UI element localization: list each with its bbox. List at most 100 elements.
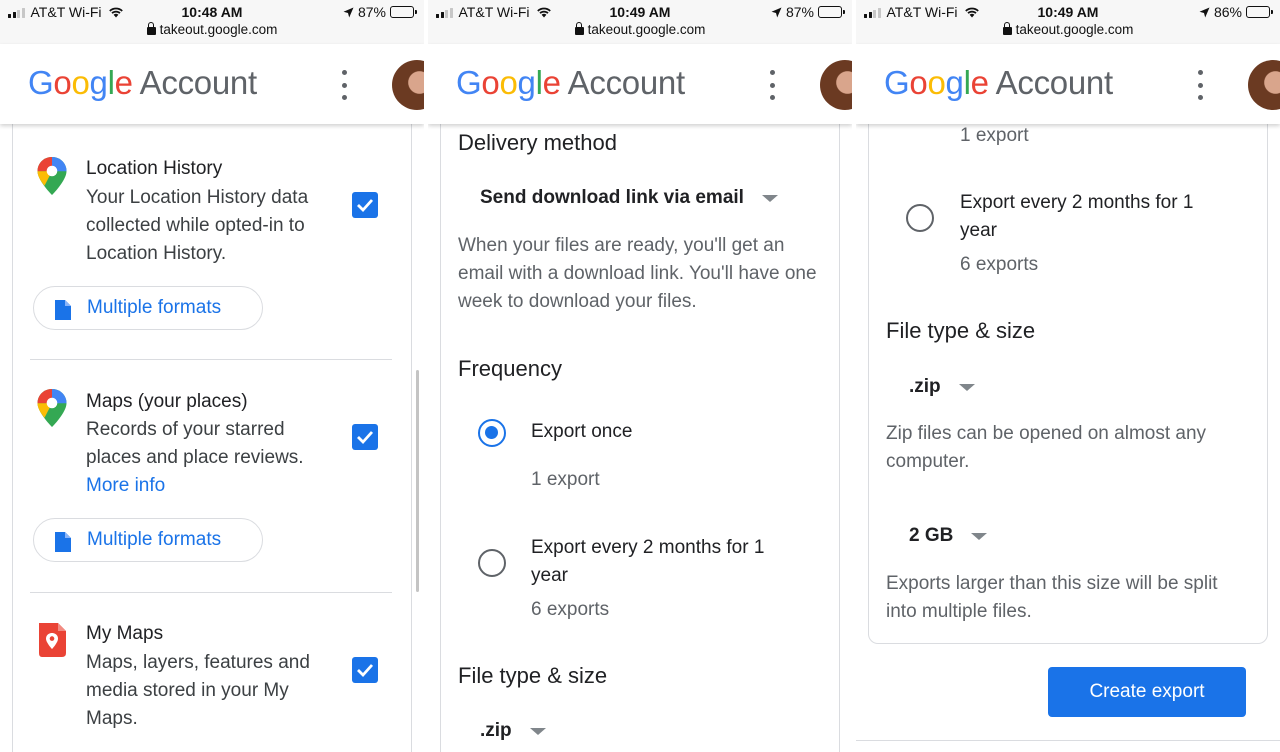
product-description: Your Location History data collected whi… — [86, 187, 309, 264]
dropdown-value: 2 GB — [909, 525, 954, 546]
include-checkbox[interactable] — [352, 657, 378, 683]
product-description: Records of your starred places and place… — [86, 416, 334, 500]
dropdown-value: .zip — [909, 376, 941, 397]
logo-letter: l — [107, 64, 115, 101]
delivery-method-dropdown[interactable]: Send download link via email — [480, 187, 778, 209]
export-once-radio[interactable] — [478, 419, 506, 447]
url-text: takeout.google.com — [159, 22, 278, 37]
logo-letter: o — [927, 64, 946, 101]
url-bar[interactable]: takeout.google.com — [0, 22, 424, 37]
lock-icon — [146, 22, 156, 35]
file-type-dropdown[interactable]: .zip — [480, 720, 546, 742]
logo-letter: o — [909, 64, 928, 101]
logo-letter: o — [71, 64, 90, 101]
location-arrow-icon — [1199, 7, 1210, 17]
option-sublabel: 6 exports — [960, 254, 1039, 275]
more-vert-icon[interactable] — [766, 70, 778, 100]
more-vert-icon[interactable] — [1194, 70, 1206, 100]
create-export-button[interactable]: Create export — [1048, 667, 1246, 717]
logo-letter: g — [945, 64, 964, 101]
lock-icon — [1002, 22, 1012, 35]
check-icon — [357, 664, 374, 678]
file-type-dropdown[interactable]: .zip — [909, 376, 975, 398]
export-recurring-radio[interactable] — [906, 204, 934, 232]
file-size-dropdown[interactable]: 2 GB — [909, 525, 988, 547]
battery-percent: 87% — [357, 4, 386, 20]
dropdown-value: .zip — [480, 720, 512, 741]
logo-letter: l — [963, 64, 971, 101]
logo-letter: e — [114, 64, 133, 101]
format-button-label: Multiple formats — [87, 529, 222, 550]
more-info-link[interactable]: More info — [86, 475, 165, 496]
logo-letter: G — [28, 64, 54, 101]
option-label[interactable]: Export once — [531, 418, 632, 446]
lock-icon — [574, 22, 584, 35]
description-text: Records of your starred places and place… — [86, 419, 304, 468]
divider — [30, 592, 392, 593]
status-right: 86% — [1199, 4, 1273, 20]
google-maps-pin-icon — [37, 389, 67, 427]
status-right: 87% — [771, 4, 845, 20]
logo-letter: o — [499, 64, 518, 101]
logo-letter: e — [970, 64, 989, 101]
logo-letter: o — [53, 64, 72, 101]
status-right: 87% — [343, 4, 417, 20]
location-arrow-icon — [343, 7, 354, 17]
dropdown-arrow-icon — [761, 194, 778, 202]
dropdown-arrow-icon — [529, 727, 546, 735]
file-type-help-text: Zip files can be opened on almost any co… — [886, 423, 1207, 472]
document-icon — [55, 300, 71, 320]
my-maps-icon — [39, 623, 66, 657]
battery-icon — [390, 6, 417, 18]
google-account-logo[interactable]: Google Account — [28, 64, 257, 102]
export-recurring-radio[interactable] — [478, 549, 506, 577]
option-label[interactable]: Export every 2 months for 1 year — [960, 189, 1230, 245]
option-label[interactable]: Export every 2 months for 1 year — [531, 534, 801, 590]
option-sublabel: 1 export — [960, 125, 1029, 146]
include-checkbox[interactable] — [352, 192, 378, 218]
screenshot-panel-2: AT&T Wi-Fi 10:49 AM 87% takeout.google.c… — [428, 0, 852, 752]
url-bar[interactable]: takeout.google.com — [428, 22, 852, 37]
google-maps-pin-icon — [37, 157, 67, 195]
logo-letter: e — [542, 64, 561, 101]
battery-percent: 87% — [785, 4, 814, 20]
document-icon — [55, 532, 71, 552]
status-bar: AT&T Wi-Fi 10:48 AM 87% takeout.google.c… — [0, 0, 424, 44]
google-account-logo[interactable]: Google Account — [456, 64, 685, 102]
format-button-label: Multiple formats — [87, 297, 222, 318]
divider — [30, 359, 392, 360]
url-bar[interactable]: takeout.google.com — [856, 22, 1280, 37]
logo-letter: o — [481, 64, 500, 101]
more-vert-icon[interactable] — [338, 70, 350, 100]
url-text: takeout.google.com — [1015, 22, 1134, 37]
logo-letter: G — [456, 64, 482, 101]
battery-icon — [1246, 6, 1273, 18]
screenshot-panel-1: AT&T Wi-Fi 10:48 AM 87% takeout.google.c… — [0, 0, 424, 752]
option-sublabel: 1 export — [531, 469, 600, 490]
file-type-heading: File type & size — [458, 663, 608, 688]
include-checkbox[interactable] — [352, 424, 378, 450]
check-icon — [357, 431, 374, 445]
check-icon — [357, 199, 374, 213]
scrollbar[interactable] — [416, 370, 419, 592]
product-description: Maps, layers, features and media stored … — [86, 652, 310, 729]
dropdown-arrow-icon — [958, 383, 975, 391]
status-bar: AT&T Wi-Fi 10:49 AM 87% takeout.google.c… — [428, 0, 852, 44]
multiple-formats-button[interactable]: Multiple formats — [33, 518, 263, 562]
product-title: Maps (your places) — [86, 391, 248, 412]
google-account-header: Google Account — [0, 44, 424, 124]
multiple-formats-button[interactable]: Multiple formats — [33, 286, 263, 330]
url-text: takeout.google.com — [587, 22, 706, 37]
option-sublabel: 6 exports — [531, 599, 610, 620]
user-avatar[interactable] — [1248, 60, 1280, 110]
dropdown-value: Send download link via email — [480, 187, 744, 208]
product-title: My Maps — [86, 623, 164, 644]
delivery-help-text: When your files are ready, you'll get an… — [458, 235, 817, 312]
google-account-logo[interactable]: Google Account — [884, 64, 1113, 102]
user-avatar[interactable] — [392, 60, 424, 110]
logo-letter: G — [884, 64, 910, 101]
screenshot-panel-3: AT&T Wi-Fi 10:49 AM 86% takeout.google.c… — [856, 0, 1280, 752]
user-avatar[interactable] — [820, 60, 852, 110]
google-account-header: Google Account — [428, 44, 852, 124]
frequency-heading: Frequency — [458, 356, 562, 381]
